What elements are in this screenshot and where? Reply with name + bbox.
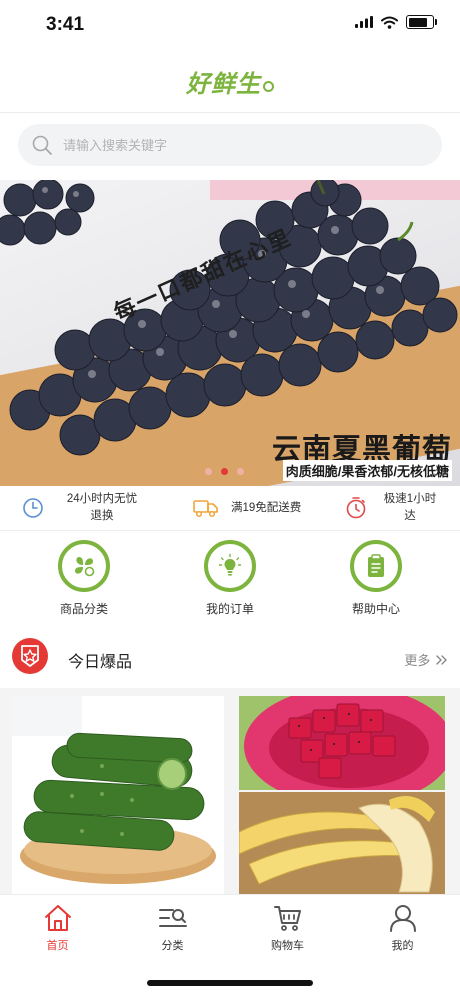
double-chevron-right-icon (436, 655, 447, 665)
tab-cart-label: 购物车 (271, 940, 304, 952)
quick-link-category[interactable]: 商品分类 (32, 540, 136, 617)
tab-home-label: 首页 (46, 940, 69, 952)
tab-home[interactable]: 首页 (0, 903, 115, 953)
status-icons (355, 15, 437, 29)
feature-free-delivery-text: 满19免配送费 (231, 501, 302, 514)
tab-category-label: 分类 (161, 940, 184, 952)
cucumber-image (12, 696, 216, 884)
promo-banner[interactable]: 每一口都甜在心里 云南夏黑葡萄 肉质细脆/果香浓郁/无核低糖 (0, 180, 460, 486)
product-card-dragon-fruit[interactable] (239, 696, 445, 790)
search-input[interactable] (61, 136, 405, 154)
shopping-cart-icon (273, 906, 301, 931)
search-icon (32, 135, 52, 155)
carousel-dot[interactable] (205, 468, 212, 475)
signal-icon (355, 16, 373, 28)
app-header: 好鲜生 (0, 50, 460, 113)
wifi-icon (381, 16, 398, 29)
hot-products-grid (0, 688, 460, 894)
feature-refund: 24小时内无忧退换 (22, 486, 152, 530)
quick-link-category-label: 商品分类 (59, 602, 108, 616)
carousel-dot[interactable] (221, 468, 228, 475)
quick-links: 商品分类 我的订单 帮助中心 (0, 540, 460, 622)
feature-free-delivery: 满19免配送费 (193, 486, 313, 530)
delivery-truck-icon (193, 500, 218, 518)
home-icon (44, 905, 71, 931)
carousel-dots (205, 468, 244, 475)
feature-express: 极速1小时达 (345, 486, 455, 530)
home-indicator (147, 980, 313, 986)
feature-refund-text: 24小时内无忧退换 (66, 493, 138, 522)
quick-link-orders-label: 我的订单 (205, 602, 254, 616)
category-list-icon (158, 909, 187, 927)
hot-products-header: 今日爆品 更多 (0, 634, 460, 680)
carousel-dot[interactable] (237, 468, 244, 475)
banana-image (239, 792, 445, 894)
status-time: 3:41 (46, 14, 85, 35)
search-bar[interactable] (18, 124, 442, 166)
quick-link-help[interactable]: 帮助中心 (324, 540, 428, 617)
product-card-cucumber[interactable] (12, 696, 224, 894)
battery-icon (406, 15, 437, 29)
tab-profile-label: 我的 (391, 940, 414, 952)
product-card-banana[interactable] (239, 792, 445, 894)
stopwatch-icon (346, 497, 366, 519)
battery-level (408, 17, 428, 27)
service-features: 24小时内无忧退换 满19免配送费 极速1小时达 (0, 486, 460, 531)
logo-dot-icon (263, 80, 274, 92)
clock-icon (23, 498, 43, 518)
banner-subtitle: 肉质细脆/果香浓郁/无核低糖 (282, 460, 452, 481)
tab-category[interactable]: 分类 (115, 903, 230, 953)
section-title: 今日爆品 (68, 654, 133, 671)
clipboard-icon (350, 540, 402, 592)
more-link[interactable]: 更多 (404, 650, 448, 669)
hot-badge-icon (12, 638, 48, 674)
brand-logo: 好鲜生 (186, 64, 274, 99)
category-icon (58, 540, 110, 592)
logo-text: 好鲜生 (186, 70, 261, 98)
tab-profile[interactable]: 我的 (345, 903, 460, 953)
tab-cart[interactable]: 购物车 (230, 903, 345, 953)
user-icon (389, 905, 416, 932)
status-bar: 3:41 (0, 0, 460, 50)
quick-link-help-label: 帮助中心 (351, 602, 400, 616)
dragon-fruit-image (239, 696, 445, 790)
quick-link-orders[interactable]: 我的订单 (178, 540, 282, 617)
feature-express-text: 极速1小时达 (383, 493, 437, 522)
more-label: 更多 (404, 653, 431, 668)
lightbulb-icon (204, 540, 256, 592)
